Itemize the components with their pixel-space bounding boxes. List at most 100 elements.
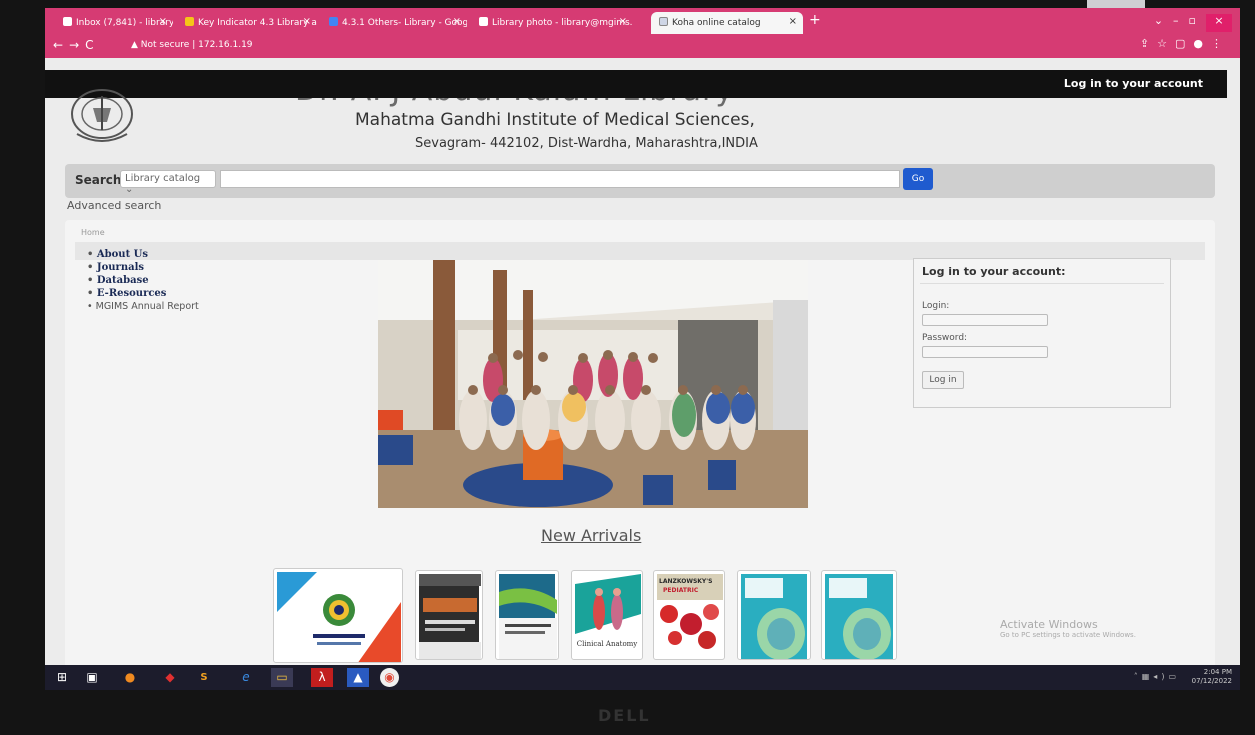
nav-buttons: ←→C <box>53 38 100 52</box>
book-cover-2[interactable] <box>415 570 483 660</box>
login-field[interactable] <box>922 314 1048 326</box>
internet-explorer-icon[interactable]: e <box>235 668 257 687</box>
library-group-photo <box>378 260 808 508</box>
avatar[interactable]: ● <box>1193 37 1211 50</box>
close-icon[interactable]: × <box>619 16 627 27</box>
search-scope-select[interactable]: Library catalog ⌄ <box>120 170 216 195</box>
tab-label: Library photo - library@mgims.ac <box>492 18 633 28</box>
tab-google-doc[interactable]: 4.3.1 Others- Library - Google D× <box>321 12 467 34</box>
drive-icon <box>185 17 194 26</box>
book-cover-imaging-pregnancy[interactable] <box>737 570 811 660</box>
app-icon[interactable]: ▲ <box>347 668 369 687</box>
task-view-icon[interactable]: ▣ <box>81 668 103 687</box>
institute-address: Sevagram- 442102, Dist-Wardha, Maharasht… <box>415 136 758 151</box>
main-content: Home About Us Journals Database E-Resour… <box>65 220 1215 680</box>
tab-koha[interactable]: Koha online catalog × <box>651 12 803 34</box>
login-heading: Log in to your account: <box>922 265 1066 278</box>
koha-icon <box>659 17 668 26</box>
docs-icon <box>329 17 338 26</box>
nav-e-resources[interactable]: E-Resources <box>87 287 199 300</box>
minimize-icon[interactable]: – <box>1173 14 1189 27</box>
book-cover-clinical-anatomy[interactable]: Clinical Anatomy <box>571 570 643 660</box>
book-subtitle: PEDIATRIC <box>663 587 699 594</box>
divider <box>920 283 1164 284</box>
window-controls: ⌄–▫ × <box>1154 14 1232 32</box>
security-label: Not secure <box>140 40 190 50</box>
watermark-hint: Go to PC settings to activate Windows. <box>1000 631 1136 639</box>
activate-windows-watermark: Activate Windows Go to PC settings to ac… <box>1000 618 1136 639</box>
warning-icon: ▲ <box>131 40 138 50</box>
tab-label: 4.3.1 Others- Library - Google D <box>342 18 467 28</box>
advanced-search-link[interactable]: Advanced search <box>67 199 161 212</box>
monitor: Inbox (7,841) - library@mgims.ac× Key In… <box>0 0 1255 735</box>
nav-journals[interactable]: Journals <box>87 261 199 274</box>
tab-key-indicator[interactable]: Key Indicator 4.3 Library as a lea× <box>177 12 317 34</box>
login-button[interactable]: Log in <box>922 371 964 389</box>
chevron-down-icon[interactable]: ⌄ <box>1154 14 1173 27</box>
menu-icon[interactable]: ⋮ <box>1211 37 1230 50</box>
toolbar-icons: ⇪☆▢●⋮ <box>1140 37 1230 50</box>
notification-icon[interactable]: ▭ <box>1168 672 1180 681</box>
tab-inbox[interactable]: Inbox (7,841) - library@mgims.ac× <box>55 12 173 34</box>
reload-icon[interactable]: C <box>85 38 99 52</box>
browser-tab-strip: Inbox (7,841) - library@mgims.ac× Key In… <box>45 8 1240 34</box>
tab-label: Koha online catalog <box>672 18 761 28</box>
go-button[interactable]: Go <box>903 168 933 190</box>
app-icon[interactable]: ◆ <box>159 668 181 687</box>
search-input[interactable] <box>220 170 900 188</box>
maximize-icon[interactable]: ▫ <box>1189 14 1206 27</box>
close-icon[interactable]: × <box>453 16 461 27</box>
network-icon[interactable]: ▦ <box>1142 672 1154 681</box>
acrobat-icon[interactable]: λ <box>311 668 333 687</box>
app-icon[interactable]: S <box>193 668 215 687</box>
address-bar[interactable]: ▲ Not secure | 172.16.1.19 <box>125 37 1175 55</box>
url-text: 172.16.1.19 <box>198 40 253 50</box>
chevron-up-icon[interactable]: ˄ <box>1134 672 1142 681</box>
start-icon[interactable]: ⊞ <box>51 668 73 687</box>
book-cover-imaging-pregnancy-2[interactable] <box>821 570 897 660</box>
nav-annual-report[interactable]: MGIMS Annual Report <box>87 300 199 313</box>
password-label: Password: <box>922 333 968 343</box>
tab-library-photo[interactable]: Library photo - library@mgims.ac × <box>471 12 633 34</box>
gmail-icon <box>479 17 488 26</box>
star-icon[interactable]: ☆ <box>1157 37 1175 50</box>
chevron-down-icon: ⌄ <box>125 184 134 195</box>
windows-taskbar: ⊞ ▣ ● ◆ S e ▭ λ ▲ ◉ ˄▦◂)▭ 2:04 PM 07/12/… <box>45 665 1240 690</box>
search-scope-value: Library catalog <box>125 173 201 184</box>
close-window-icon[interactable]: × <box>1206 14 1232 32</box>
login-link[interactable]: Log in to your account <box>1064 77 1203 90</box>
nav-database[interactable]: Database <box>87 274 199 287</box>
gmail-icon <box>63 17 72 26</box>
close-icon[interactable]: × <box>789 16 797 27</box>
password-field[interactable] <box>922 346 1048 358</box>
tab-label: Key Indicator 4.3 Library as a lea <box>198 18 317 28</box>
book-cover-1[interactable] <box>273 568 403 663</box>
institute-logo <box>63 86 141 148</box>
file-explorer-icon[interactable]: ▭ <box>271 668 293 687</box>
new-tab-icon[interactable]: + <box>809 12 821 28</box>
clock-date: 07/12/2022 <box>1191 677 1232 685</box>
back-icon[interactable]: ← <box>53 38 69 52</box>
side-nav: About Us Journals Database E-Resources M… <box>87 248 199 313</box>
login-label: Login: <box>922 301 950 311</box>
share-icon[interactable]: ⇪ <box>1140 37 1157 50</box>
koha-page: Dr. APJ Abdul Kalam Library Log in to yo… <box>45 58 1240 680</box>
screen: Inbox (7,841) - library@mgims.ac× Key In… <box>45 8 1240 690</box>
sidepanel-icon[interactable]: ▢ <box>1175 37 1193 50</box>
volume-icon[interactable]: ◂) <box>1153 672 1168 681</box>
taskbar-clock[interactable]: 2:04 PM 07/12/2022 <box>1192 668 1232 686</box>
breadcrumb[interactable]: Home <box>81 228 105 237</box>
book-title: Clinical Anatomy <box>576 640 638 648</box>
watermark-title: Activate Windows <box>1000 618 1098 631</box>
nav-about-us[interactable]: About Us <box>87 248 199 261</box>
firefox-icon[interactable]: ● <box>119 668 141 687</box>
forward-icon[interactable]: → <box>69 38 85 52</box>
new-arrivals-heading[interactable]: New Arrivals <box>541 526 641 545</box>
book-cover-3[interactable] <box>495 570 559 660</box>
dell-logo: DELL <box>598 706 651 725</box>
chrome-icon[interactable]: ◉ <box>380 668 399 687</box>
close-icon[interactable]: × <box>159 16 167 27</box>
search-label: Search <box>75 173 122 187</box>
book-cover-lanzkowsky[interactable]: LANZKOWSKY'S PEDIATRIC <box>653 570 725 660</box>
close-icon[interactable]: × <box>303 16 311 27</box>
